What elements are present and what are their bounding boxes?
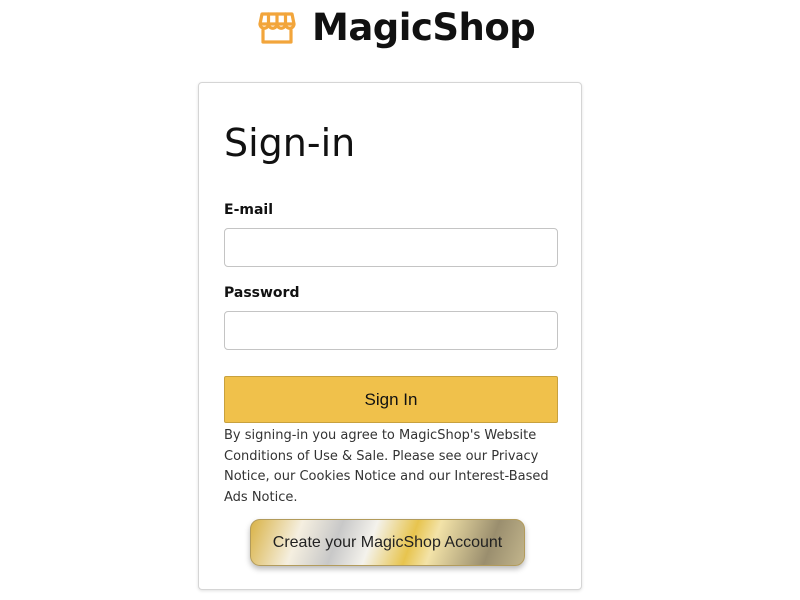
terms-notice: By signing-in you agree to MagicShop's W… (224, 428, 549, 505)
email-label: E-mail (224, 202, 274, 218)
brand-name: MagicShop (312, 6, 536, 49)
page-title: Sign-in (224, 121, 356, 165)
storefront-icon (258, 11, 296, 45)
password-field[interactable] (224, 311, 558, 350)
signin-card: Sign-in E-mail Password Sign In By signi… (198, 82, 582, 590)
brand-logo[interactable]: MagicShop (258, 6, 536, 50)
password-label: Password (224, 285, 300, 301)
page-header: MagicShop (0, 0, 800, 60)
sign-in-button[interactable]: Sign In (224, 376, 558, 423)
create-account-button[interactable]: Create your MagicShop Account (250, 519, 525, 566)
email-field[interactable] (224, 228, 558, 267)
